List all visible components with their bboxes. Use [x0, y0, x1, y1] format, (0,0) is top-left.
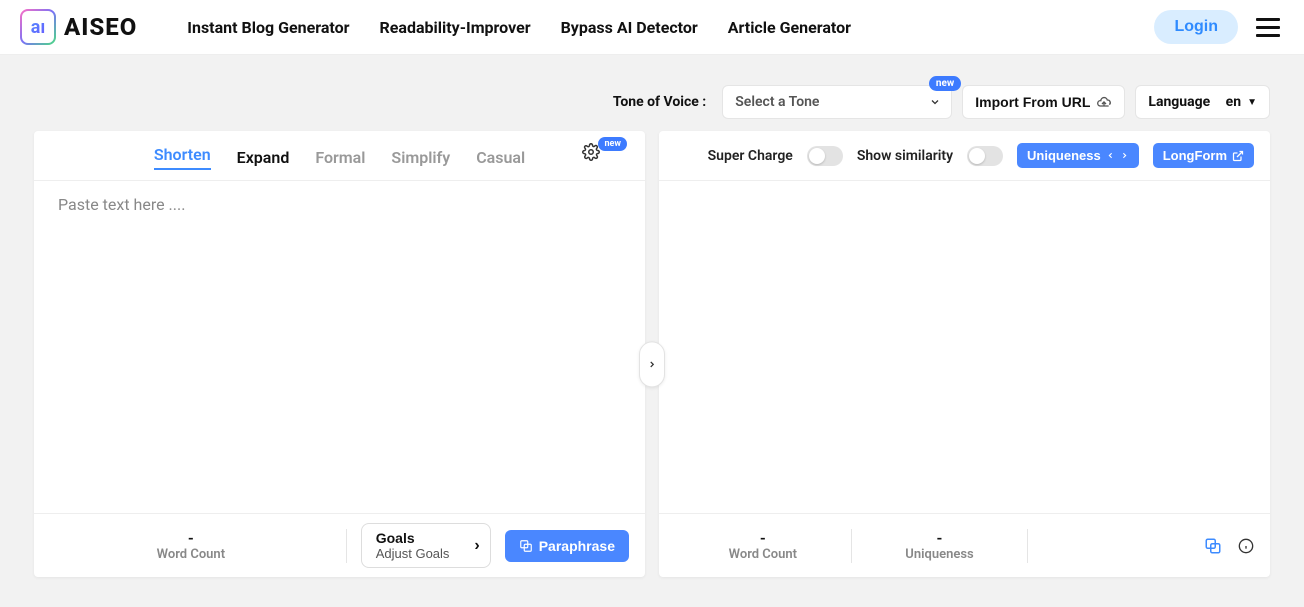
nav-instant-blog[interactable]: Instant Blog Generator: [187, 18, 349, 37]
tab-expand[interactable]: Expand: [237, 148, 290, 167]
goals-subtitle: Adjust Goals: [376, 546, 456, 561]
input-word-count-label: Word Count: [50, 547, 332, 562]
uniqueness-button[interactable]: Uniqueness: [1017, 143, 1139, 168]
goals-title: Goals: [376, 530, 456, 546]
language-value: en: [1226, 94, 1241, 110]
tab-casual[interactable]: Casual: [476, 148, 525, 167]
divider: [1027, 529, 1028, 563]
tone-select-placeholder: Select a Tone: [735, 94, 819, 110]
output-word-count: - Word Count: [675, 529, 851, 562]
text-input[interactable]: Paste text here ....: [34, 181, 645, 513]
work-area: Shorten Expand Formal Simplify Casual ne…: [0, 131, 1304, 607]
menu-icon[interactable]: [1252, 14, 1284, 41]
chevron-right-icon: [1120, 151, 1129, 160]
uniqueness-label: Uniqueness: [1027, 148, 1101, 163]
input-word-count-value: -: [50, 529, 332, 547]
output-word-count-value: -: [675, 529, 851, 547]
brand-logo[interactable]: aı AISEO: [20, 9, 137, 45]
settings-button[interactable]: new: [582, 143, 629, 161]
tab-simplify[interactable]: Simplify: [391, 148, 450, 167]
nav-readability[interactable]: Readability-Improver: [380, 18, 531, 37]
super-charge-toggle[interactable]: [807, 146, 843, 166]
login-button[interactable]: Login: [1154, 10, 1238, 44]
super-charge-label: Super Charge: [708, 148, 793, 164]
output-uniqueness-label: Uniqueness: [852, 547, 1028, 562]
logo-icon: aı: [20, 9, 56, 45]
longform-button[interactable]: LongForm: [1153, 143, 1254, 168]
import-from-url-button[interactable]: Import From URL: [962, 85, 1125, 119]
app-header: aı AISEO Instant Blog Generator Readabil…: [0, 0, 1304, 55]
gear-new-badge: new: [598, 137, 627, 151]
input-footer: - Word Count Goals Adjust Goals › Paraph…: [34, 513, 645, 577]
tone-of-voice-label: Tone of Voice :: [613, 94, 706, 110]
paraphrase-label: Paraphrase: [539, 538, 615, 554]
tab-formal[interactable]: Formal: [315, 148, 365, 167]
chevron-down-icon: [929, 96, 941, 108]
goals-button[interactable]: Goals Adjust Goals ›: [361, 523, 491, 568]
output-word-count-label: Word Count: [675, 547, 851, 562]
editor-placeholder: Paste text here ....: [58, 195, 185, 214]
paraphrase-button[interactable]: Paraphrase: [505, 530, 629, 562]
copy-icon: [519, 539, 533, 553]
chevron-right-icon: ›: [474, 537, 479, 555]
panel-collapse-toggle[interactable]: [639, 341, 665, 387]
tab-shorten[interactable]: Shorten: [154, 145, 211, 170]
divider: [346, 529, 347, 563]
output-footer: - Word Count - Uniqueness: [659, 513, 1270, 577]
show-similarity-label: Show similarity: [857, 148, 953, 164]
nav-bypass[interactable]: Bypass AI Detector: [561, 18, 698, 37]
show-similarity-toggle[interactable]: [967, 146, 1003, 166]
mode-tabs: Shorten Expand Formal Simplify Casual ne…: [34, 131, 645, 181]
new-badge: new: [929, 76, 961, 91]
external-link-icon: [1232, 150, 1244, 162]
output-uniqueness: - Uniqueness: [852, 529, 1028, 562]
output-toolbar: Super Charge Show similarity Uniqueness …: [659, 131, 1270, 181]
output-uniqueness-value: -: [852, 529, 1028, 547]
input-panel: Shorten Expand Formal Simplify Casual ne…: [34, 131, 645, 577]
top-controls: Tone of Voice : Select a Tone new Import…: [0, 55, 1304, 131]
longform-label: LongForm: [1163, 148, 1227, 163]
cloud-upload-icon: [1096, 94, 1112, 110]
output-panel: Super Charge Show similarity Uniqueness …: [659, 131, 1270, 577]
main-nav: Instant Blog Generator Readability-Impro…: [187, 18, 851, 37]
caret-down-icon: ▼: [1247, 97, 1257, 108]
copy-output-icon[interactable]: [1204, 537, 1222, 555]
language-select[interactable]: Language en ▼: [1135, 85, 1270, 119]
nav-article[interactable]: Article Generator: [728, 18, 851, 37]
input-word-count: - Word Count: [50, 529, 332, 562]
chevron-left-icon: [1106, 151, 1115, 160]
output-area: [659, 181, 1270, 513]
tone-select[interactable]: Select a Tone new: [722, 85, 952, 119]
brand-text: AISEO: [64, 13, 137, 41]
language-label: Language: [1148, 94, 1210, 110]
import-url-label: Import From URL: [975, 94, 1090, 110]
info-icon[interactable]: [1238, 538, 1254, 554]
